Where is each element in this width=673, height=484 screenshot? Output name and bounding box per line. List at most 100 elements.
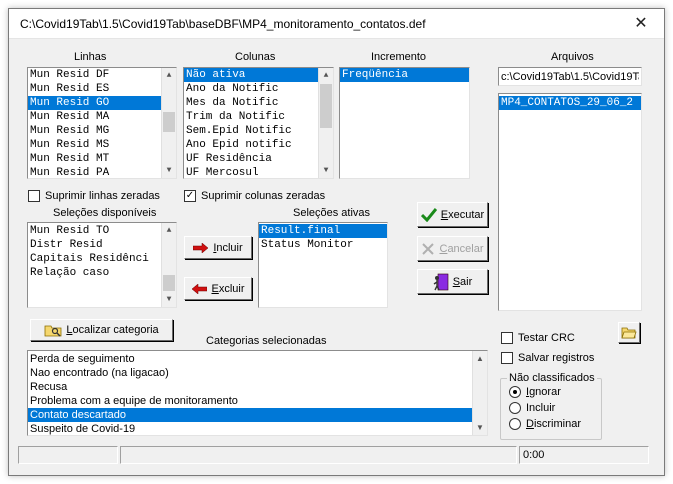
arrow-right-icon (193, 242, 209, 253)
sair-button[interactable]: Sair (417, 269, 488, 294)
list-item[interactable]: Recusa (28, 380, 472, 394)
radio-selected-icon (509, 386, 521, 398)
list-item[interactable]: Mun Resid MA (28, 110, 161, 124)
scroll-thumb[interactable] (320, 84, 332, 128)
scroll-up-icon[interactable]: ▲ (319, 68, 333, 83)
arquivos-path-input[interactable] (498, 67, 642, 86)
colunas-label: Colunas (235, 51, 276, 63)
list-item[interactable]: Mun Resid MT (28, 152, 161, 166)
arquivos-listbox[interactable]: MP4_CONTATOS_29_06_2 (498, 93, 642, 311)
list-item[interactable]: UF Mercosul (184, 166, 318, 178)
incluir-label: Incluir (213, 241, 243, 254)
checkbox-checked-icon: ✓ (184, 190, 196, 202)
list-item[interactable]: Mun Resid GO (28, 96, 161, 110)
selecoes-disponiveis-listbox[interactable]: Mun Resid TO Distr Resid Capitais Residênc… (27, 222, 177, 308)
scroll-up-icon[interactable]: ▲ (162, 68, 176, 83)
colunas-scrollbar[interactable]: ▲ ▼ (318, 68, 333, 178)
list-item[interactable]: Mun Resid PA (28, 166, 161, 178)
checkbox-icon (28, 190, 40, 202)
categorias-listbox[interactable]: Perda de seguimento Nao encontrado (na li… (27, 350, 488, 436)
incremento-label: Incremento (371, 51, 427, 63)
list-item[interactable]: Capitais Residênci (28, 252, 161, 266)
excluir-button[interactable]: Excluir (184, 277, 252, 300)
list-item[interactable]: Trim da Notific (184, 110, 318, 124)
linhas-label: Linhas (74, 51, 107, 63)
scroll-thumb[interactable] (163, 112, 175, 132)
testar-crc-checkbox[interactable]: Testar CRC (501, 332, 575, 344)
list-item[interactable]: Perda de seguimento (28, 352, 472, 366)
list-item[interactable]: Result.final (259, 224, 387, 238)
list-item[interactable]: Distr Resid (28, 238, 161, 252)
testar-crc-label: Testar CRC (518, 332, 575, 344)
list-item[interactable]: Contato descartado (28, 408, 472, 422)
selecoes-ativas-label: Seleções ativas (293, 207, 371, 219)
checkmark-icon (420, 207, 437, 222)
list-item[interactable]: Mes da Notific (184, 96, 318, 110)
open-folder-button[interactable] (618, 322, 640, 343)
discriminar-label: Discriminar (526, 418, 582, 430)
selecoes-ativas-listbox[interactable]: Result.final Status Monitor (258, 222, 388, 308)
dialog-window: C:\Covid19Tab\1.5\Covid19Tab\baseDBF\MP4… (8, 8, 665, 476)
radio-discriminar[interactable]: Discriminar (509, 418, 581, 430)
list-item[interactable]: UF Residência (184, 152, 318, 166)
localizar-categoria-button[interactable]: Localizar categoria (30, 319, 173, 341)
list-item[interactable]: Sem.Epid Notific (184, 124, 318, 138)
list-item[interactable]: Ano Epid notific (184, 138, 318, 152)
scroll-down-icon[interactable]: ▼ (319, 163, 333, 178)
incluir-button[interactable]: Incluir (184, 236, 252, 259)
executar-button[interactable]: Executar (417, 202, 488, 227)
suprimir-linhas-label: Suprimir linhas zeradas (45, 190, 160, 202)
nao-classificados-label: Não classificados (507, 372, 597, 384)
cancelar-button[interactable]: Cancelar (417, 236, 488, 261)
linhas-scrollbar[interactable]: ▲ ▼ (161, 68, 176, 178)
colunas-listbox[interactable]: Não ativa Ano da Notific Mes da Notific Tri… (183, 67, 334, 179)
list-item[interactable]: Mun Resid ES (28, 82, 161, 96)
list-item[interactable]: Status Monitor (259, 238, 387, 252)
salvar-registros-checkbox[interactable]: Salvar registros (501, 352, 594, 364)
cancelar-label: Cancelar (439, 242, 484, 255)
categorias-scrollbar[interactable]: ▲ ▼ (472, 351, 487, 435)
list-item[interactable]: Mun Resid TO (28, 224, 161, 238)
suprimir-colunas-label: Suprimir colunas zeradas (201, 190, 326, 202)
radio-incluir[interactable]: Incluir (509, 402, 555, 414)
checkbox-icon (501, 352, 513, 364)
excluir-label: Excluir (211, 282, 245, 295)
incluir-radio-label: Incluir (526, 402, 556, 414)
incremento-listbox[interactable]: Freqüência (339, 67, 470, 179)
scroll-thumb[interactable] (163, 275, 175, 291)
scroll-up-icon[interactable]: ▲ (162, 223, 176, 238)
open-folder-icon (621, 327, 637, 339)
disponiveis-scrollbar[interactable]: ▲ ▼ (161, 223, 176, 307)
categorias-label: Categorias selecionadas (206, 335, 327, 347)
list-item[interactable]: Ano da Notific (184, 82, 318, 96)
list-item[interactable]: Mun Resid MS (28, 138, 161, 152)
radio-icon (509, 418, 521, 430)
list-item[interactable]: MP4_CONTATOS_29_06_2 (499, 96, 641, 110)
list-item[interactable]: Relação caso (28, 266, 161, 280)
title-bar: C:\Covid19Tab\1.5\Covid19Tab\baseDBF\MP4… (9, 9, 664, 39)
linhas-listbox[interactable]: Mun Resid DF Mun Resid ES Mun Resid GO Mun … (27, 67, 177, 179)
list-item[interactable]: Não ativa (184, 68, 318, 82)
window-title: C:\Covid19Tab\1.5\Covid19Tab\baseDBF\MP4… (20, 17, 426, 31)
radio-ignorar[interactable]: Ignorar (509, 386, 561, 398)
list-item[interactable]: Problema com a equipe de monitoramento (28, 394, 472, 408)
exit-door-icon (433, 273, 449, 290)
list-item[interactable]: Nao encontrado (na ligacao) (28, 366, 472, 380)
list-item[interactable]: Freqüência (340, 68, 469, 82)
suprimir-colunas-checkbox[interactable]: ✓ Suprimir colunas zeradas (184, 190, 325, 202)
cancel-x-icon (422, 242, 435, 255)
radio-icon (509, 402, 521, 414)
executar-label: Executar (440, 208, 485, 221)
scroll-down-icon[interactable]: ▼ (473, 420, 487, 435)
scroll-down-icon[interactable]: ▼ (162, 163, 176, 178)
scroll-up-icon[interactable]: ▲ (473, 351, 487, 366)
localizar-label: Localizar categoria (66, 324, 159, 336)
find-folder-icon (44, 325, 62, 337)
status-time: 0:00 (519, 446, 649, 464)
list-item[interactable]: Suspeito de Covid-19 (28, 422, 472, 435)
scroll-down-icon[interactable]: ▼ (162, 292, 176, 307)
close-button[interactable]: ✕ (618, 9, 664, 39)
suprimir-linhas-checkbox[interactable]: Suprimir linhas zeradas (28, 190, 160, 202)
list-item[interactable]: Mun Resid DF (28, 68, 161, 82)
list-item[interactable]: Mun Resid MG (28, 124, 161, 138)
